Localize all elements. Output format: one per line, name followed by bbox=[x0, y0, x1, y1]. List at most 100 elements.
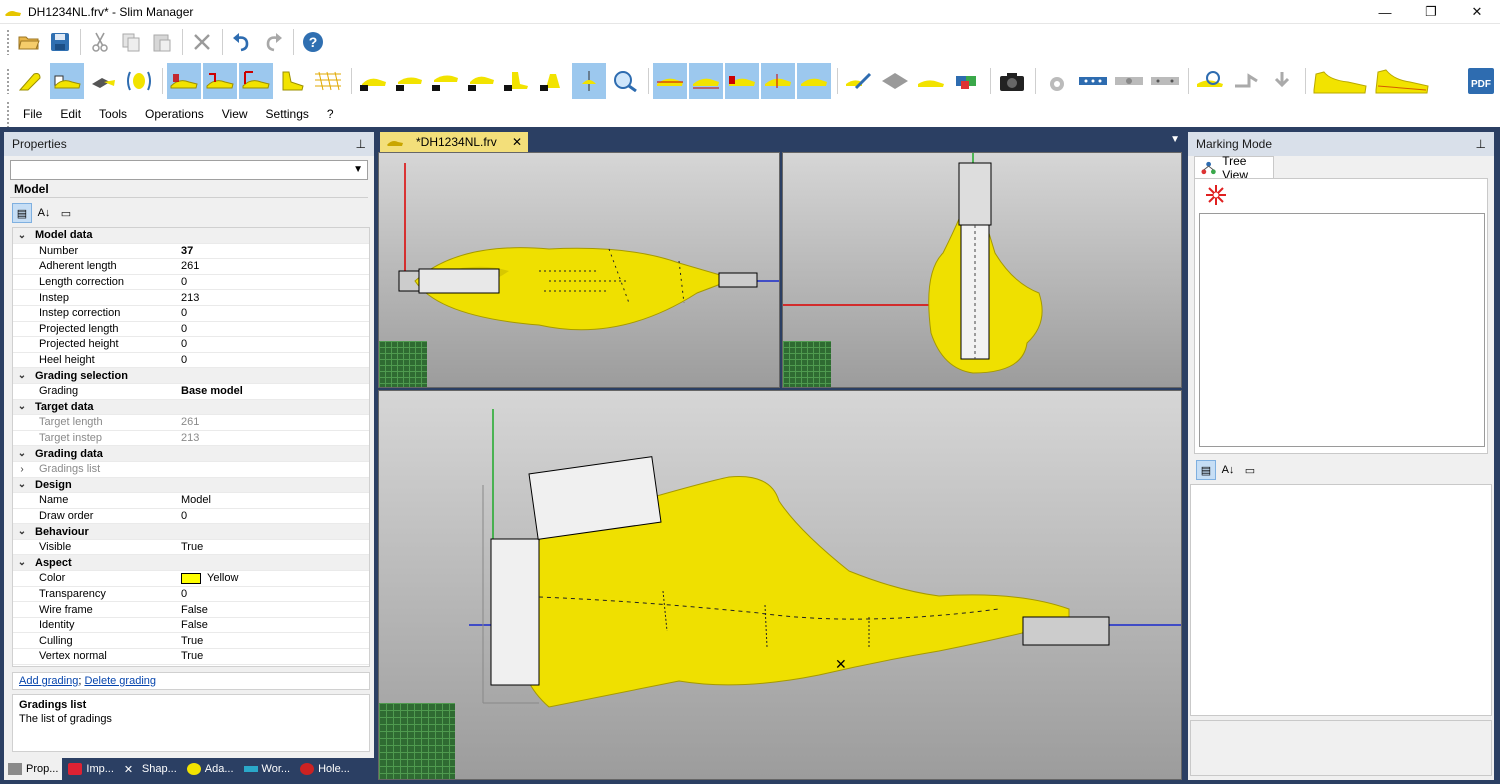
menu-view[interactable]: View bbox=[213, 107, 257, 121]
camera-shoe-2-icon[interactable] bbox=[392, 63, 426, 99]
delete-icon[interactable] bbox=[187, 27, 217, 57]
marking-property-grid[interactable] bbox=[1190, 484, 1492, 716]
paste-icon[interactable] bbox=[147, 27, 177, 57]
property-value[interactable]: False bbox=[177, 619, 369, 631]
measure-line-2-icon[interactable] bbox=[689, 63, 723, 99]
tab-import[interactable]: Imp... bbox=[64, 758, 118, 780]
property-value[interactable]: Base model bbox=[177, 385, 369, 397]
property-value[interactable]: 0 bbox=[177, 338, 369, 350]
property-row[interactable]: Grading Base model bbox=[13, 384, 369, 400]
menu-settings[interactable]: Settings bbox=[257, 107, 318, 121]
pin-icon[interactable]: ⊥ bbox=[1476, 137, 1486, 151]
add-grading-link[interactable]: Add grading bbox=[19, 675, 78, 687]
menu-edit[interactable]: Edit bbox=[51, 107, 90, 121]
camera-shoe-3-icon[interactable] bbox=[428, 63, 462, 99]
collapse-chevron-icon[interactable]: ⌄ bbox=[13, 370, 31, 381]
property-value[interactable]: 0 bbox=[177, 354, 369, 366]
property-row[interactable]: Culling True bbox=[13, 633, 369, 650]
camera-icon[interactable] bbox=[995, 63, 1029, 99]
property-category[interactable]: ⌄ Grading data bbox=[13, 446, 369, 462]
document-list-icon[interactable]: ▼ bbox=[1170, 134, 1180, 145]
maximize-button[interactable]: ❐ bbox=[1408, 0, 1454, 24]
toolbar-grip[interactable] bbox=[6, 29, 10, 55]
menu-tools[interactable]: Tools bbox=[90, 107, 136, 121]
large-shoe-1-icon[interactable] bbox=[1310, 63, 1370, 99]
property-row[interactable]: Instep 213 bbox=[13, 290, 369, 306]
viewport-front[interactable] bbox=[782, 152, 1182, 388]
property-value[interactable]: True bbox=[177, 635, 369, 647]
property-row[interactable]: Color Yellow bbox=[13, 571, 369, 587]
categorized-icon[interactable]: ▤ bbox=[1196, 460, 1216, 480]
property-row[interactable]: Name Model bbox=[13, 493, 369, 509]
pdf-icon[interactable]: PDF bbox=[1464, 63, 1498, 99]
tab-shapes[interactable]: ✕ Shap... bbox=[120, 758, 181, 780]
collapse-chevron-icon[interactable]: ⌄ bbox=[13, 526, 31, 537]
property-row[interactable]: Projected height 0 bbox=[13, 337, 369, 353]
measure-toe-icon[interactable] bbox=[761, 63, 795, 99]
redo-icon[interactable] bbox=[258, 27, 288, 57]
viewport-top[interactable] bbox=[378, 152, 780, 388]
settings-gear-icon[interactable] bbox=[1040, 63, 1074, 99]
pin-icon[interactable]: ⊥ bbox=[356, 137, 366, 151]
property-row[interactable]: Target length 261 bbox=[13, 415, 369, 431]
collapse-chevron-icon[interactable]: ⌄ bbox=[13, 230, 31, 241]
toolbar-grip[interactable] bbox=[6, 68, 10, 94]
tab-adapt[interactable]: Ada... bbox=[183, 758, 238, 780]
camera-boot-icon[interactable] bbox=[500, 63, 534, 99]
import-arrow-icon[interactable] bbox=[1265, 63, 1299, 99]
property-value[interactable]: 0 bbox=[177, 588, 369, 600]
dots-gray-2-icon[interactable] bbox=[1148, 63, 1182, 99]
large-shoe-2-icon[interactable] bbox=[1372, 63, 1432, 99]
mirror-icon[interactable] bbox=[122, 63, 156, 99]
property-category[interactable]: ⌄ Grading selection bbox=[13, 368, 369, 384]
chevron-down-icon[interactable]: ▼ bbox=[353, 164, 363, 175]
viewport-side[interactable]: ✕ bbox=[378, 390, 1182, 780]
property-row[interactable]: Transparency 0 bbox=[13, 587, 369, 603]
heel-view-icon[interactable] bbox=[167, 63, 201, 99]
object-selector[interactable]: ▼ bbox=[10, 160, 368, 180]
measure-line-1-icon[interactable] bbox=[653, 63, 687, 99]
property-value[interactable]: Model bbox=[177, 494, 369, 506]
camera-shoe-4-icon[interactable] bbox=[464, 63, 498, 99]
property-row[interactable]: Target instep 213 bbox=[13, 431, 369, 447]
menu-operations[interactable]: Operations bbox=[136, 107, 213, 121]
collapse-chevron-icon[interactable]: ⌄ bbox=[13, 557, 31, 568]
property-value[interactable]: True bbox=[177, 541, 369, 553]
zoom-icon[interactable] bbox=[608, 63, 642, 99]
property-value[interactable]: 0 bbox=[177, 276, 369, 288]
collapse-chevron-icon[interactable]: ⌄ bbox=[13, 401, 31, 412]
shoe-last-icon[interactable] bbox=[14, 63, 48, 99]
property-row[interactable]: Wire frame False bbox=[13, 602, 369, 618]
dots-blue-icon[interactable] bbox=[1076, 63, 1110, 99]
property-value[interactable]: 213 bbox=[177, 292, 369, 304]
heel-measure-icon[interactable] bbox=[239, 63, 273, 99]
property-value[interactable]: Yellow bbox=[177, 572, 369, 584]
property-row[interactable]: Draw order 0 bbox=[13, 509, 369, 525]
alphabetical-sort-icon[interactable]: A↓ bbox=[34, 203, 54, 223]
side-view-icon[interactable] bbox=[50, 63, 84, 99]
plane-icon[interactable] bbox=[878, 63, 912, 99]
property-row[interactable]: Length correction 0 bbox=[13, 275, 369, 291]
copy-icon[interactable] bbox=[116, 27, 146, 57]
property-pages-icon[interactable]: ▭ bbox=[56, 203, 76, 223]
delete-grading-link[interactable]: Delete grading bbox=[84, 675, 156, 687]
texture-icon[interactable] bbox=[950, 63, 984, 99]
property-value[interactable]: 261 bbox=[177, 416, 369, 428]
measure-width-icon[interactable] bbox=[797, 63, 831, 99]
property-row[interactable]: › Gradings list bbox=[13, 462, 369, 478]
align-icon[interactable] bbox=[572, 63, 606, 99]
property-value[interactable]: False bbox=[177, 604, 369, 616]
tab-properties[interactable]: Prop... bbox=[4, 758, 63, 780]
menu-help[interactable]: ? bbox=[318, 107, 343, 121]
camera-shoe-1-icon[interactable] bbox=[356, 63, 390, 99]
property-row[interactable]: Heel height 0 bbox=[13, 353, 369, 369]
open-folder-icon[interactable] bbox=[14, 27, 44, 57]
property-value[interactable]: 37 bbox=[177, 245, 369, 257]
close-tab-icon[interactable]: ✕ bbox=[512, 135, 522, 149]
property-category[interactable]: ⌄ Behaviour bbox=[13, 524, 369, 540]
collapse-chevron-icon[interactable]: ⌄ bbox=[13, 448, 31, 459]
property-value[interactable]: 261 bbox=[177, 260, 369, 272]
property-row[interactable]: Number 37 bbox=[13, 244, 369, 260]
export-arrow-icon[interactable] bbox=[1229, 63, 1263, 99]
undo-icon[interactable] bbox=[227, 27, 257, 57]
